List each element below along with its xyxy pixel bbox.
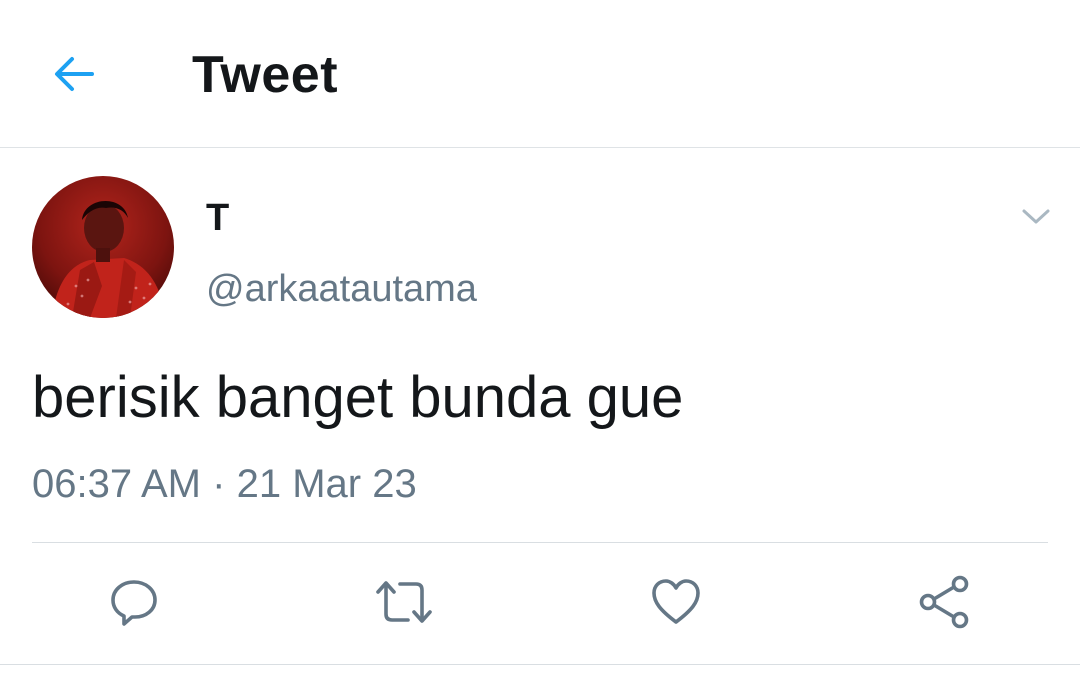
profile-photo xyxy=(32,176,174,318)
reply-button[interactable] xyxy=(104,574,164,630)
retweet-button[interactable] xyxy=(374,574,434,630)
tweet-timestamp: 06:37 AM · 21 Mar 23 xyxy=(32,458,417,510)
display-name[interactable]: T xyxy=(206,194,229,242)
share-button[interactable] xyxy=(914,574,974,630)
tweet-menu-button[interactable] xyxy=(1012,196,1060,236)
arrow-left-icon xyxy=(55,57,94,91)
like-button[interactable] xyxy=(646,574,706,630)
tweet-text: berisik banget bunda gue xyxy=(32,365,684,430)
top-bar: Tweet xyxy=(0,0,1080,148)
tweet-date: 21 Mar 23 xyxy=(236,462,417,506)
user-handle[interactable]: @arkaatautama xyxy=(206,264,477,314)
heart-icon xyxy=(652,579,700,624)
retweet-icon xyxy=(376,581,432,623)
page-title: Tweet xyxy=(192,46,339,104)
chevron-down-icon xyxy=(1022,209,1050,224)
tweet-time: 06:37 AM xyxy=(32,462,202,506)
reply-icon xyxy=(111,580,157,626)
divider xyxy=(32,542,1048,543)
back-button[interactable] xyxy=(44,46,104,102)
share-icon xyxy=(919,575,969,629)
avatar[interactable] xyxy=(32,176,174,318)
timestamp-separator: · xyxy=(212,462,226,506)
divider xyxy=(0,664,1080,665)
